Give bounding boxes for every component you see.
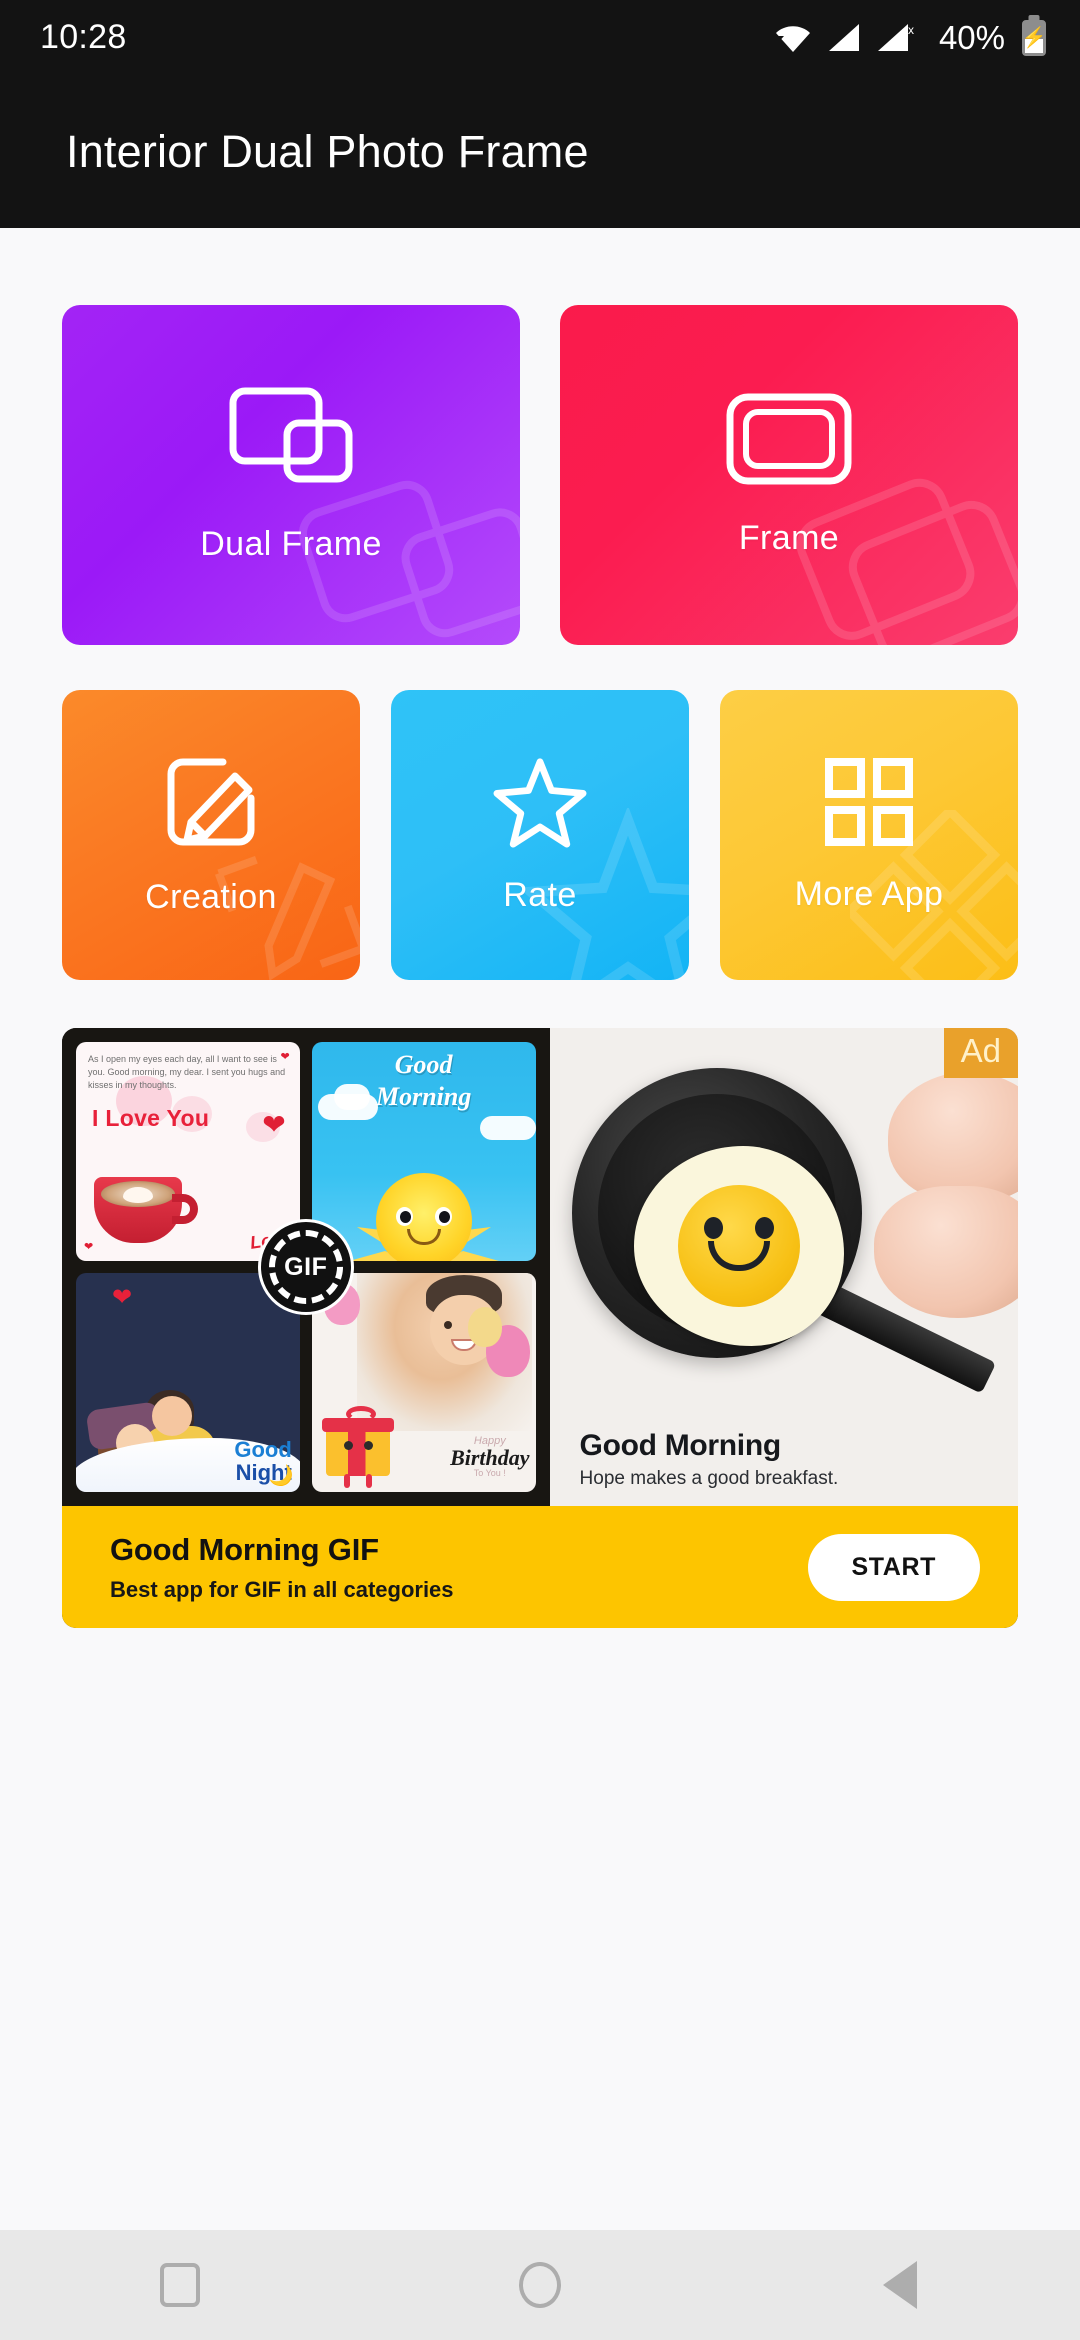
wifi-icon (775, 25, 810, 52)
main-content: Dual Frame Frame Creation Rate More App … (0, 305, 1080, 1628)
tile-creation[interactable]: Creation (62, 690, 360, 980)
ad-promo-heading: Good Morning (579, 1429, 782, 1462)
edit-pencil-icon (167, 758, 255, 845)
ad-cta-text: Good Morning GIF Best app for GIF in all… (110, 1532, 454, 1603)
tile-row-primary: Dual Frame Frame (62, 305, 1018, 645)
grid-apps-icon (825, 757, 913, 846)
tile-frame[interactable]: Frame (560, 305, 1018, 645)
dual-frame-icon (229, 387, 353, 482)
recents-button[interactable] (120, 2230, 240, 2340)
app-bar: Interior Dual Photo Frame (0, 75, 1080, 228)
ad-promo-subheading: Hope makes a good breakfast. (579, 1468, 839, 1489)
frying-pan-illustration (571, 1068, 862, 1358)
svg-text:x: x (908, 23, 914, 37)
collage-card-birthday: Happy Birthday To You ! (311, 1273, 536, 1492)
back-button[interactable] (840, 2230, 960, 2340)
collage-card-line3: To You ! (473, 1468, 506, 1478)
eggshell-illustration (887, 1072, 1018, 1202)
tile-row-secondary: Creation Rate More App (62, 690, 1018, 980)
tile-label: Creation (145, 877, 277, 916)
smiley-yolk-icon (677, 1185, 800, 1307)
ad-cta-subtitle: Best app for GIF in all categories (110, 1576, 454, 1602)
star-icon (493, 757, 587, 848)
ad-promo-image: Good Morning Hope makes a good breakfast… (549, 1028, 1018, 1506)
collage-card-body: As I open my eyes each day, all I want t… (88, 1054, 286, 1091)
ad-promo-text: Good Morning Hope makes a good breakfast… (580, 1429, 839, 1490)
ad-cta-title: Good Morning GIF (110, 1531, 379, 1567)
tile-dual-frame[interactable]: Dual Frame (62, 305, 520, 645)
tile-label: Frame (738, 518, 840, 557)
advertisement-card[interactable]: Ad As I open my eyes each day, all I wan… (62, 1028, 1018, 1628)
signal-no-sim-icon: x (877, 23, 914, 51)
sun-face-illustration (375, 1173, 472, 1261)
home-button[interactable] (480, 2230, 600, 2340)
tile-label: Dual Frame (200, 524, 382, 563)
gif-badge-icon: GIF (257, 1219, 354, 1315)
collage-card-line2: Birthday (450, 1445, 530, 1470)
collage-card-good-night: ❤ Good Night 🌙 (76, 1273, 300, 1492)
battery-charging-icon: ⚡ (1022, 19, 1046, 56)
collage-card-i-love-you: As I open my eyes each day, all I want t… (76, 1042, 300, 1261)
tile-label: More App (794, 874, 944, 913)
collage-card-heading: I Love You (92, 1105, 210, 1131)
collage-card-line1: Good (394, 1050, 453, 1079)
moon-icon: 🌙 (268, 1465, 294, 1487)
circle-icon (519, 2262, 561, 2308)
heart-icon: ❤ (112, 1284, 133, 1311)
ad-collage: As I open my eyes each day, all I want t… (62, 1028, 550, 1506)
tile-label: Rate (503, 875, 577, 914)
page-title: Interior Dual Photo Frame (66, 125, 589, 177)
frame-icon (726, 393, 852, 484)
coffee-cup-illustration (94, 1177, 198, 1247)
status-bar-clock: 10:28 (40, 18, 127, 56)
system-navigation-bar (0, 2230, 1080, 2340)
ad-badge: Ad (943, 1028, 1018, 1078)
collage-card-line1: Good (234, 1437, 292, 1463)
ad-cta-bar: Good Morning GIF Best app for GIF in all… (62, 1506, 1018, 1628)
triangle-left-icon (883, 2261, 917, 2309)
ad-media: As I open my eyes each day, all I want t… (62, 1028, 1018, 1506)
gif-badge-label: GIF (284, 1252, 328, 1281)
tile-more-app[interactable]: More App (720, 690, 1018, 980)
status-bar: 10:28 x 40% ⚡ (0, 0, 1080, 75)
gift-character-illustration (321, 1406, 396, 1488)
eggshell-illustration (873, 1186, 1018, 1318)
balloon-icon (467, 1307, 502, 1347)
tile-rate[interactable]: Rate (391, 690, 689, 980)
status-bar-icons: x 40% ⚡ (774, 19, 1046, 57)
collage-card-text: Happy Birthday To You ! (450, 1436, 529, 1478)
ad-start-button[interactable]: START (807, 1533, 980, 1601)
collage-card-good-morning: Good Morning (311, 1042, 536, 1261)
battery-percent-label: 40% (938, 18, 1005, 56)
square-icon (160, 2263, 200, 2307)
signal-icon (828, 23, 859, 51)
